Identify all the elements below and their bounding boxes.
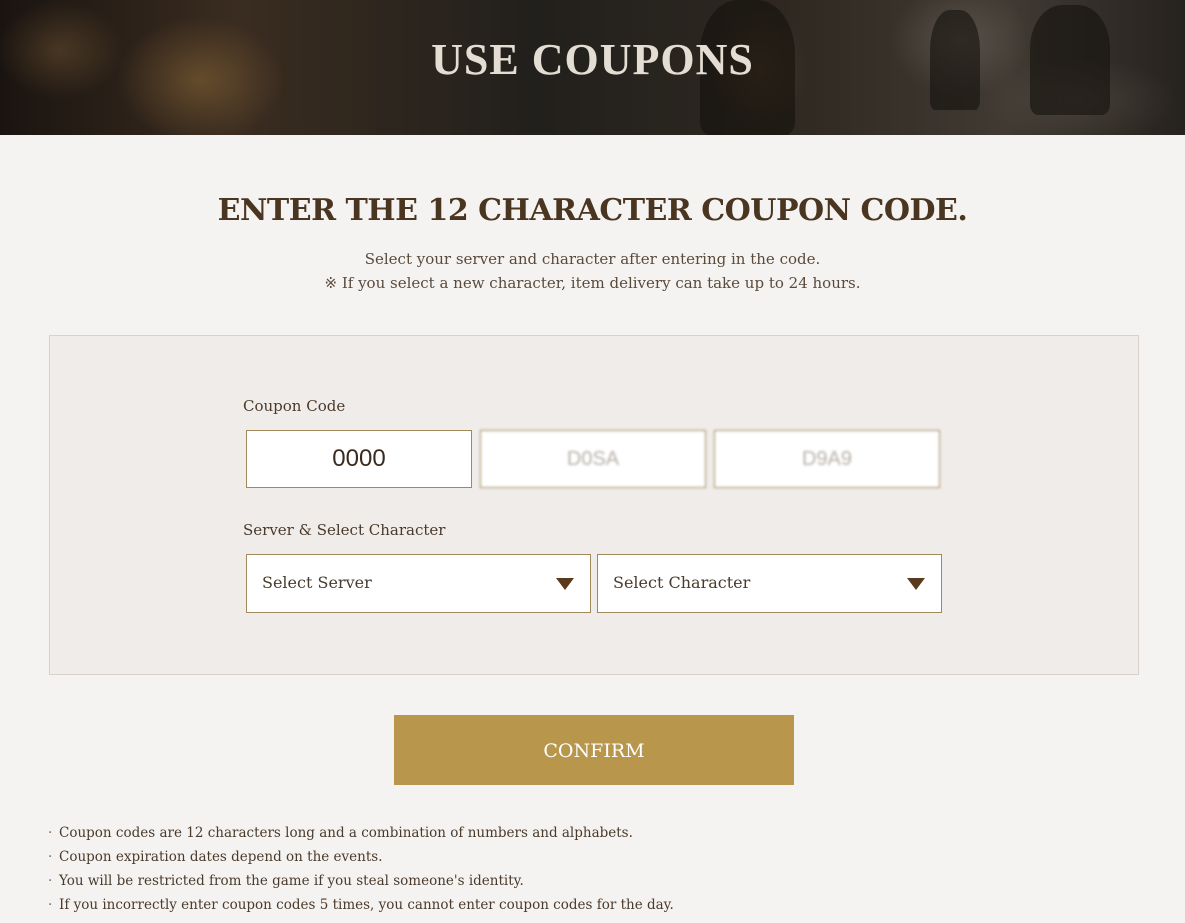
coupon-code-input-3[interactable]: [714, 430, 940, 488]
character-select-value: Select Character: [613, 573, 751, 592]
note-text: Coupon expiration dates depend on the ev…: [59, 849, 383, 865]
character-select[interactable]: Select Character: [597, 554, 942, 613]
coupon-notes-list: · Coupon codes are 12 characters long and…: [48, 823, 674, 919]
page-title: USE COUPONS: [431, 35, 754, 84]
coupon-code-label: Coupon Code: [243, 397, 346, 415]
note-text: You will be restricted from the game if …: [59, 873, 524, 889]
coupon-code-input-2[interactable]: [480, 430, 706, 488]
coupon-code-input-1[interactable]: [246, 430, 472, 488]
list-item: · You will be restricted from the game if…: [48, 871, 674, 895]
list-item: · Coupon codes are 12 characters long and…: [48, 823, 674, 847]
server-select[interactable]: Select Server: [246, 554, 591, 613]
bullet-icon: ·: [48, 897, 53, 913]
bullet-icon: ·: [48, 825, 53, 841]
intro-line-2: ※ If you select a new character, item de…: [324, 274, 861, 292]
bullet-icon: ·: [48, 873, 53, 889]
hero-banner: USE COUPONS: [0, 0, 1185, 135]
server-character-label: Server & Select Character: [243, 521, 446, 539]
note-text: If you incorrectly enter coupon codes 5 …: [59, 897, 674, 913]
server-select-value: Select Server: [262, 573, 372, 592]
list-item: · Coupon expiration dates depend on the e…: [48, 847, 674, 871]
chevron-down-icon: [556, 578, 574, 590]
chevron-down-icon: [907, 578, 925, 590]
bullet-icon: ·: [48, 849, 53, 865]
list-item: · If you incorrectly enter coupon codes 5…: [48, 895, 674, 919]
note-text: Coupon codes are 12 characters long and …: [59, 825, 633, 841]
confirm-button[interactable]: CONFIRM: [394, 715, 794, 785]
intro-line-1: Select your server and character after e…: [364, 250, 821, 268]
coupon-form-panel: [49, 335, 1139, 675]
coupon-heading: ENTER THE 12 CHARACTER COUPON CODE.: [217, 193, 968, 228]
